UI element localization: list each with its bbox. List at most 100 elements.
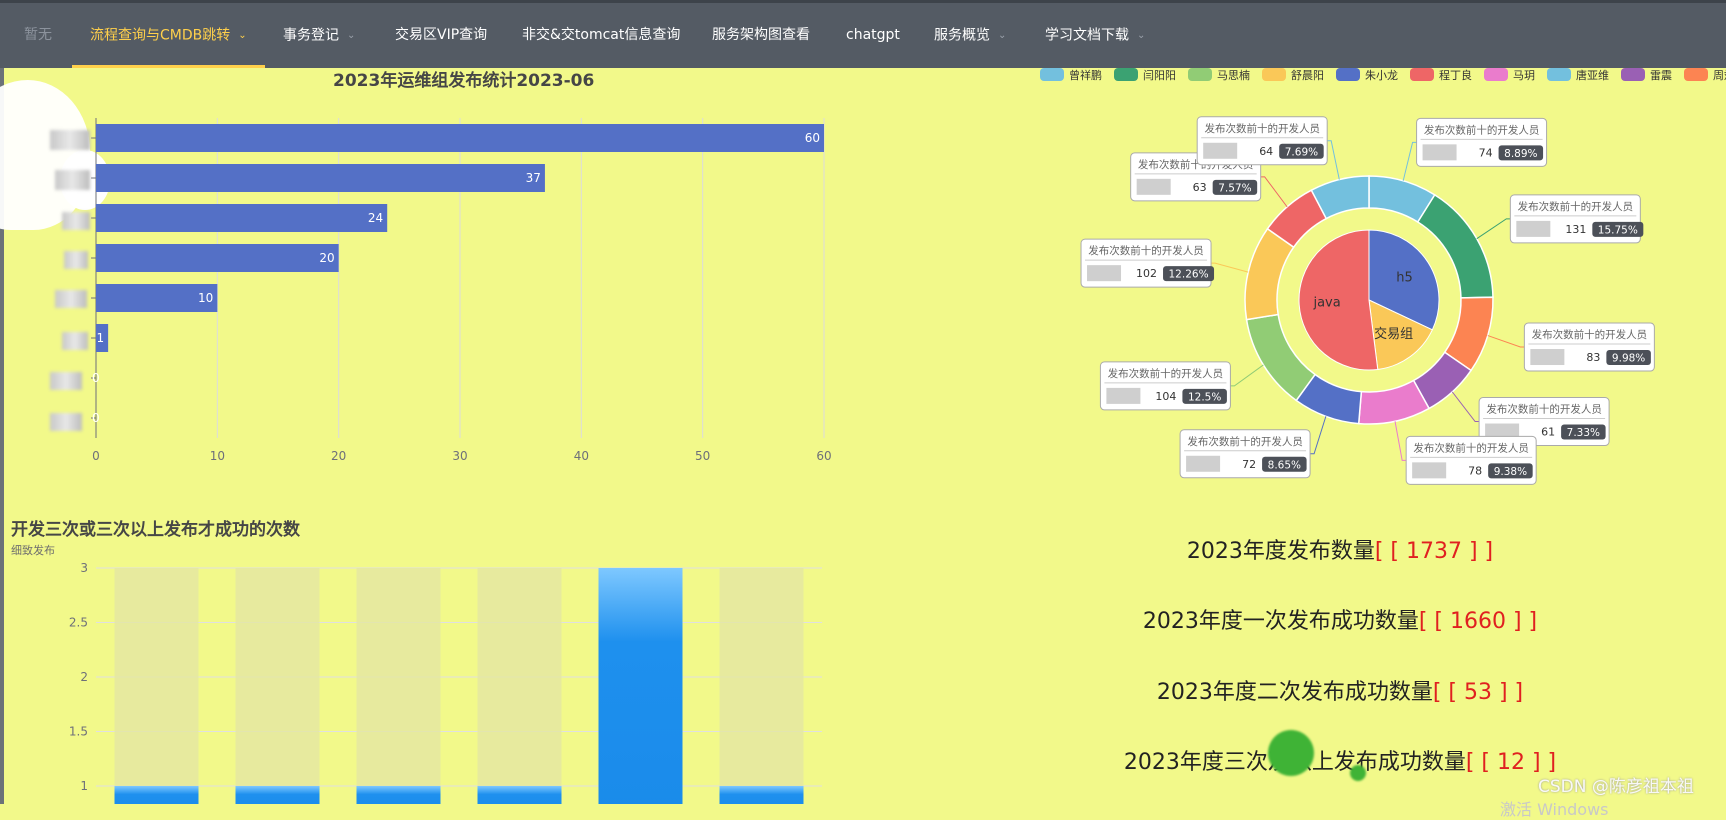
y-tick-label: 2.5 <box>69 616 88 630</box>
legend-label: 马玥 <box>1513 69 1535 82</box>
legend-swatch <box>1114 68 1138 81</box>
legend-item: 马思楠 <box>1188 68 1250 82</box>
label-title: 发布次数前十的开发人员 <box>1413 441 1529 454</box>
label-value: 131 <box>1565 223 1586 236</box>
legend-item: 程丁良 <box>1410 68 1472 82</box>
y-tick-label: 2 <box>80 670 88 684</box>
label-leader-line <box>1310 416 1327 455</box>
legend-swatch <box>1262 68 1286 81</box>
nav-item-architecture[interactable]: 服务架构图查看 <box>712 3 810 68</box>
nav-item-tomcat[interactable]: 非交&交tomcat信息查询 <box>522 3 680 68</box>
legend-item: 闫阳阳 <box>1114 68 1176 82</box>
nav-item-service-overview[interactable]: 服务概览 ⌄ <box>934 3 1006 68</box>
outer-slice-label: 发布次数前十的开发人员 78 9.38% <box>1405 435 1537 485</box>
inner-pie-label: 交易组 <box>1374 326 1413 342</box>
bar <box>598 568 683 804</box>
outer-slice-label: 发布次数前十的开发人员 64 7.69% <box>1196 116 1328 166</box>
legend-item: 朱小龙 <box>1336 68 1398 82</box>
inner-pie-label: java <box>1312 296 1340 311</box>
nav-item-label: 事务登记 <box>283 27 339 44</box>
percent-label: 7.57% <box>1218 182 1251 194</box>
bar <box>96 124 824 152</box>
label-value: 64 <box>1259 145 1273 158</box>
label-title: 发布次数前十的开发人员 <box>1187 435 1302 448</box>
nav-item-label: 暂无 <box>24 27 52 43</box>
label-value: 83 <box>1586 351 1600 364</box>
obscured-developer-name <box>1087 265 1122 282</box>
obscured-category-label <box>50 413 82 431</box>
x-tick-label: 10 <box>210 449 225 463</box>
nav-item-affairs[interactable]: 事务登记 ⌄ <box>283 3 355 68</box>
percent-label: 9.38% <box>1494 466 1527 478</box>
legend-label: 朱小龙 <box>1365 69 1398 82</box>
outer-slice-label: 发布次数前十的开发人员 104 12.5% <box>1099 361 1231 411</box>
percent-label: 8.65% <box>1268 459 1301 471</box>
obscured-developer-name <box>1203 142 1238 159</box>
nav-item-vip[interactable]: 交易区VIP查询 <box>395 3 487 68</box>
y-tick-label: 3 <box>80 561 88 575</box>
label-leader-line <box>1327 140 1340 180</box>
stat-value: [ [ 1660 ] ] <box>1418 609 1538 634</box>
label-leader-line <box>1211 262 1249 273</box>
obscured-category-label <box>55 290 87 308</box>
nav-item-docs-download[interactable]: 学习文档下载 ⌄ <box>1045 3 1145 68</box>
outer-slice-label: 发布次数前十的开发人员 72 8.65% <box>1179 429 1311 479</box>
stat-label: 2023年度发布数量 <box>1186 539 1375 564</box>
label-leader-line <box>1451 391 1480 423</box>
bar <box>114 786 199 804</box>
obscured-category-label <box>50 130 90 150</box>
third-release-bar-chart: 1 1.5 2 2.5 3 <box>69 561 822 804</box>
bar <box>477 786 562 804</box>
x-tick-label: 0 <box>92 449 100 463</box>
obscured-category-label <box>62 332 88 350</box>
bar-value-label: 24 <box>368 211 383 225</box>
percent-label: 8.89% <box>1504 148 1537 160</box>
bar-background <box>114 568 199 804</box>
developer-release-donut-chart: 曾祥鹏 闫阳阳 马思楠 舒晨阳 朱小龙 程丁良 马玥 唐亚维 雷震 周斌 h5 交易组 java 发布次数… <box>1040 68 1726 485</box>
bar-value-label: 0 <box>92 411 100 425</box>
nav-item-label: 服务概览 <box>934 27 990 44</box>
percent-label: 7.33% <box>1567 427 1600 439</box>
bar-value-label: 20 <box>319 251 334 265</box>
x-tick-label: 30 <box>452 449 467 463</box>
bar <box>719 786 804 804</box>
obscured-category-label <box>50 372 82 390</box>
label-value: 63 <box>1193 181 1207 194</box>
y-tick-label: 1 <box>80 779 88 793</box>
label-title: 发布次数前十的开发人员 <box>1532 328 1648 341</box>
legend-item: 马玥 <box>1484 68 1535 82</box>
nav-item-chatgpt[interactable]: chatgpt <box>846 3 900 68</box>
csdn-watermark: CSDN @陈彦祖本祖 <box>1538 777 1694 797</box>
label-leader-line <box>1402 141 1417 181</box>
obscured-developer-name <box>1422 144 1457 161</box>
nav-item-label: 交易区VIP查询 <box>395 27 488 43</box>
label-leader-line <box>1260 176 1288 208</box>
bar-background <box>235 568 320 804</box>
nav-item-none[interactable]: 暂无 <box>24 3 52 68</box>
legend-item: 舒晨阳 <box>1262 68 1324 82</box>
legend-swatch <box>1410 68 1434 81</box>
bar-value-label: 60 <box>805 131 820 145</box>
legend-item: 周斌 <box>1684 68 1726 82</box>
label-title: 发布次数前十的开发人员 <box>1204 122 1320 135</box>
chevron-down-icon: ⌄ <box>347 30 356 41</box>
label-value: 61 <box>1541 426 1555 439</box>
nav-item-flow-cmdb[interactable]: 流程查询与CMDB跳转 ⌄ <box>72 3 265 68</box>
legend-label: 周斌 <box>1713 69 1726 82</box>
stat-second-success: 2023年度二次发布成功数量[ [ 53 ] ] <box>1040 674 1640 706</box>
legend-label: 曾祥鹏 <box>1069 68 1102 82</box>
bar-value-label: 37 <box>526 171 541 185</box>
nav-item-label: 非交&交tomcat信息查询 <box>522 27 681 43</box>
legend-swatch <box>1336 68 1360 81</box>
outer-slice-label: 发布次数前十的开发人员 83 9.98% <box>1523 322 1655 372</box>
obscured-category-label <box>64 251 88 269</box>
x-tick-label: 40 <box>574 449 589 463</box>
label-title: 发布次数前十的开发人员 <box>1108 367 1224 380</box>
label-leader-line <box>1230 364 1264 387</box>
chart-title-third-release: 开发三次或三次以上发布才成功的次数 <box>11 520 300 540</box>
label-leader-line <box>1487 335 1525 348</box>
stat-label: 2023年度一次发布成功数量 <box>1142 609 1419 634</box>
legend-swatch <box>1621 68 1645 81</box>
cursor-highlight-decoration <box>1268 730 1314 776</box>
bar <box>356 786 441 804</box>
